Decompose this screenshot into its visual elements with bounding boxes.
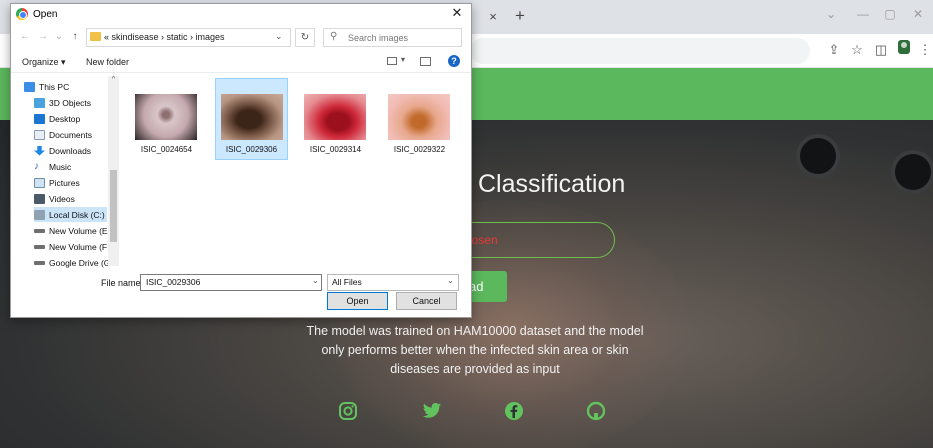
dialog-title: Open bbox=[33, 9, 58, 20]
tree-item-documents[interactable]: Documents bbox=[34, 127, 92, 142]
organize-menu[interactable]: Organize ▾ bbox=[22, 57, 66, 68]
address-breadcrumb[interactable]: « skindisease › static › images bbox=[104, 32, 225, 42]
tab-search-button[interactable]: ⌄ bbox=[819, 6, 843, 22]
address-bar[interactable] bbox=[470, 38, 810, 64]
videos-icon bbox=[34, 193, 45, 204]
music-icon: ♪ bbox=[34, 160, 39, 172]
sidepanel-icon[interactable]: ◫ bbox=[870, 39, 892, 61]
desktop-icon bbox=[34, 113, 45, 124]
profile-icon[interactable] bbox=[893, 39, 915, 61]
back-arrow-icon[interactable]: ← bbox=[18, 30, 32, 44]
file-type-dropdown-icon[interactable]: ⌄ bbox=[447, 276, 454, 285]
twitter-icon[interactable] bbox=[421, 400, 443, 422]
drive-icon bbox=[34, 260, 45, 265]
tab-close-button[interactable]: × bbox=[485, 9, 501, 25]
menu-icon[interactable]: ⋮ bbox=[914, 39, 933, 61]
view-dropdown-icon[interactable]: ▾ bbox=[401, 55, 405, 64]
tree-item-local-disk[interactable]: Local Disk (C:) bbox=[34, 207, 107, 222]
tree-item-pictures[interactable]: Pictures bbox=[34, 175, 80, 190]
share-icon[interactable]: ⇪ bbox=[823, 39, 845, 61]
new-folder-button[interactable]: New folder bbox=[86, 57, 129, 67]
forward-arrow-icon[interactable]: → bbox=[36, 30, 50, 44]
open-button[interactable]: Open bbox=[327, 292, 388, 310]
tree-item-downloads[interactable]: Downloads bbox=[34, 143, 91, 158]
open-file-dialog bbox=[10, 3, 472, 318]
tree-item-volume-f[interactable]: New Volume (F:) bbox=[34, 239, 112, 254]
github-icon[interactable] bbox=[585, 400, 607, 422]
file-name-dropdown-icon[interactable]: ⌄ bbox=[312, 276, 319, 285]
documents-icon bbox=[34, 129, 45, 140]
tree-item-videos[interactable]: Videos bbox=[34, 191, 75, 206]
help-icon[interactable]: ? bbox=[448, 55, 460, 67]
cube-icon bbox=[34, 97, 45, 108]
chrome-icon bbox=[16, 8, 28, 20]
dialog-close-button[interactable]: ✕ bbox=[448, 5, 466, 21]
file-thumbnail[interactable] bbox=[304, 94, 366, 140]
instagram-icon[interactable] bbox=[337, 400, 359, 422]
tree-scroll-thumb[interactable] bbox=[110, 170, 117, 242]
maximize-button[interactable]: ▢ bbox=[878, 6, 902, 22]
file-name[interactable]: ISIC_0024654 bbox=[130, 145, 203, 154]
drive-icon bbox=[34, 228, 45, 233]
refresh-icon[interactable]: ↻ bbox=[295, 28, 315, 47]
pc-icon bbox=[24, 81, 35, 92]
address-dropdown-icon[interactable]: ⌄ bbox=[275, 31, 283, 42]
file-name-value[interactable]: ISIC_0029306 bbox=[146, 277, 200, 287]
star-icon[interactable]: ☆ bbox=[846, 39, 868, 61]
file-name[interactable]: ISIC_0029306 bbox=[215, 145, 288, 154]
file-thumbnail[interactable] bbox=[221, 94, 283, 140]
tree-item-this-pc[interactable]: This PC bbox=[24, 79, 69, 94]
scroll-up-icon[interactable]: ^ bbox=[109, 76, 118, 86]
view-options-icon[interactable] bbox=[387, 57, 397, 65]
recent-dropdown-icon[interactable]: ⌄ bbox=[52, 30, 66, 44]
window-close-button[interactable]: ✕ bbox=[906, 6, 930, 22]
model-description: The model was trained on HAM10000 datase… bbox=[306, 324, 644, 376]
new-tab-button[interactable]: + bbox=[511, 7, 529, 25]
file-thumbnail[interactable] bbox=[135, 94, 197, 140]
search-icon: ⚲ bbox=[330, 31, 338, 42]
stethoscope-earpiece-right bbox=[895, 154, 931, 190]
drive-icon bbox=[34, 244, 45, 249]
file-name[interactable]: ISIC_0029322 bbox=[383, 145, 456, 154]
tree-item-volume-e[interactable]: New Volume (E:) bbox=[34, 223, 113, 238]
stethoscope-earpiece-left bbox=[800, 138, 836, 174]
page-title: Classification bbox=[478, 170, 626, 198]
pictures-icon bbox=[34, 177, 45, 188]
file-thumbnail[interactable] bbox=[388, 94, 450, 140]
file-name-label: File name: bbox=[101, 278, 144, 288]
minimize-button[interactable]: — bbox=[851, 6, 875, 22]
disk-icon bbox=[34, 209, 45, 220]
facebook-icon[interactable] bbox=[503, 400, 525, 422]
cancel-button[interactable]: Cancel bbox=[396, 292, 457, 310]
preview-pane-icon[interactable] bbox=[420, 57, 431, 66]
downloads-icon bbox=[34, 145, 45, 156]
search-placeholder: Search images bbox=[348, 33, 409, 43]
tree-item-desktop[interactable]: Desktop bbox=[34, 111, 80, 126]
tree-item-3d-objects[interactable]: 3D Objects bbox=[34, 95, 91, 110]
up-arrow-icon[interactable]: ↑ bbox=[68, 30, 82, 44]
file-type-value[interactable]: All Files bbox=[332, 277, 362, 287]
file-name[interactable]: ISIC_0029314 bbox=[299, 145, 372, 154]
folder-icon bbox=[90, 32, 101, 41]
tree-item-music[interactable]: ♪ Music bbox=[34, 159, 71, 174]
